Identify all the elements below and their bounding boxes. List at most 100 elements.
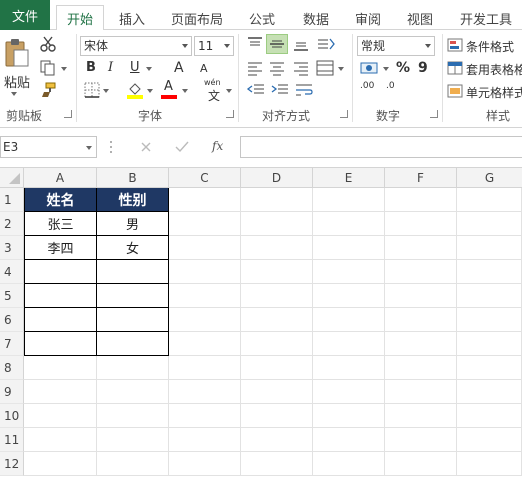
grid-cell[interactable] xyxy=(313,452,385,476)
grid-cell[interactable] xyxy=(169,356,241,380)
grid-cell[interactable] xyxy=(241,452,313,476)
tab-insert[interactable]: 插入 xyxy=(110,6,154,30)
underline-button[interactable]: U xyxy=(130,60,140,75)
column-header-b[interactable]: B xyxy=(97,168,169,188)
grid-cell[interactable] xyxy=(457,380,522,404)
clipboard-launcher-icon[interactable] xyxy=(64,110,72,118)
grid-cell[interactable] xyxy=(24,356,97,380)
grid-cell[interactable] xyxy=(385,356,457,380)
grid-cell[interactable] xyxy=(385,404,457,428)
grid-cell[interactable] xyxy=(169,452,241,476)
conditional-formatting-icon[interactable] xyxy=(447,38,463,52)
grid-cell[interactable] xyxy=(313,308,385,332)
row-header-5[interactable]: 5 xyxy=(0,284,24,308)
table-cell[interactable] xyxy=(24,332,97,356)
grid-cell[interactable] xyxy=(24,404,97,428)
grid-cell[interactable] xyxy=(385,260,457,284)
copy-icon[interactable] xyxy=(40,60,56,76)
grid-cell[interactable] xyxy=(241,284,313,308)
table-header-gender[interactable]: 性别 xyxy=(97,188,169,212)
phonetic-button[interactable]: 文 xyxy=(208,87,220,104)
grid-cell[interactable] xyxy=(313,212,385,236)
grid-cell[interactable] xyxy=(385,188,457,212)
column-header-g[interactable]: G xyxy=(457,168,522,188)
grid-cell[interactable] xyxy=(313,404,385,428)
increase-indent-icon[interactable] xyxy=(270,82,290,98)
table-cell[interactable] xyxy=(97,308,169,332)
grid-cell[interactable] xyxy=(169,188,241,212)
grid-cell[interactable] xyxy=(97,356,169,380)
grid-cell[interactable] xyxy=(457,236,522,260)
format-as-table-icon[interactable] xyxy=(447,61,463,75)
grid-cell[interactable] xyxy=(313,188,385,212)
grid-cell[interactable] xyxy=(385,212,457,236)
align-right-icon[interactable] xyxy=(292,60,310,76)
row-header-1[interactable]: 1 xyxy=(0,188,24,212)
grid-cell[interactable] xyxy=(385,380,457,404)
table-cell[interactable]: 女 xyxy=(97,236,169,260)
decrease-decimal-button[interactable]: .0 xyxy=(386,82,395,91)
decrease-indent-icon[interactable] xyxy=(246,82,266,98)
column-header-e[interactable]: E xyxy=(313,168,385,188)
grid-cell[interactable] xyxy=(24,428,97,452)
row-header-11[interactable]: 11 xyxy=(0,428,24,452)
paste-dropdown-icon[interactable] xyxy=(11,92,17,96)
formula-bar-grip-icon[interactable] xyxy=(108,140,114,154)
table-cell[interactable] xyxy=(24,284,97,308)
row-header-9[interactable]: 9 xyxy=(0,380,24,404)
align-bottom-icon[interactable] xyxy=(292,36,310,52)
grid-cell[interactable] xyxy=(241,380,313,404)
column-header-a[interactable]: A xyxy=(24,168,97,188)
tab-page-layout[interactable]: 页面布局 xyxy=(166,6,228,30)
grid-cell[interactable] xyxy=(313,284,385,308)
column-header-d[interactable]: D xyxy=(241,168,313,188)
table-cell[interactable] xyxy=(97,260,169,284)
borders-dropdown-icon[interactable] xyxy=(103,89,109,93)
grid-cell[interactable] xyxy=(385,308,457,332)
grid-cell[interactable] xyxy=(169,212,241,236)
phonetic-dropdown-icon[interactable] xyxy=(226,89,232,93)
paste-label[interactable]: 粘贴 xyxy=(4,72,30,91)
accounting-dropdown-icon[interactable] xyxy=(383,67,389,71)
grid-cell[interactable] xyxy=(97,428,169,452)
name-box[interactable]: E3 xyxy=(0,136,97,158)
alignment-launcher-icon[interactable] xyxy=(340,110,348,118)
tab-data[interactable]: 数据 xyxy=(296,6,336,30)
align-middle-icon[interactable] xyxy=(266,34,288,54)
percent-button[interactable]: % xyxy=(396,60,410,76)
grid-cell[interactable] xyxy=(385,284,457,308)
grid-cell[interactable] xyxy=(313,332,385,356)
shrink-font-button[interactable]: A xyxy=(200,62,208,75)
chevron-down-icon[interactable] xyxy=(86,146,92,150)
grid-cell[interactable] xyxy=(169,236,241,260)
grid-cell[interactable] xyxy=(457,212,522,236)
tab-review[interactable]: 审阅 xyxy=(350,6,386,30)
table-cell[interactable]: 李四 xyxy=(24,236,97,260)
row-header-7[interactable]: 7 xyxy=(0,332,24,356)
grid-cell[interactable] xyxy=(313,236,385,260)
fill-color-dropdown-icon[interactable] xyxy=(147,89,153,93)
accounting-format-icon[interactable] xyxy=(360,60,380,76)
wrap-text-icon[interactable] xyxy=(294,82,314,98)
comma-button[interactable]: 9 xyxy=(418,60,428,76)
grid-cell[interactable] xyxy=(457,188,522,212)
conditional-formatting-button[interactable]: 条件格式 xyxy=(466,38,514,55)
grid-cell[interactable] xyxy=(169,332,241,356)
grid-cell[interactable] xyxy=(457,428,522,452)
table-cell[interactable] xyxy=(97,284,169,308)
grid-cell[interactable] xyxy=(457,308,522,332)
merge-dropdown-icon[interactable] xyxy=(338,67,344,71)
increase-decimal-button[interactable]: .00 xyxy=(360,82,374,91)
grid-cell[interactable] xyxy=(457,404,522,428)
number-launcher-icon[interactable] xyxy=(430,110,438,118)
grid-cell[interactable] xyxy=(169,284,241,308)
tab-home[interactable]: 开始 xyxy=(56,5,104,31)
grid-cell[interactable] xyxy=(241,308,313,332)
grid-cell[interactable] xyxy=(241,356,313,380)
insert-function-button[interactable]: fx xyxy=(212,139,223,153)
grid-cell[interactable] xyxy=(457,452,522,476)
grid-cell[interactable] xyxy=(241,212,313,236)
font-size-select[interactable]: 11 xyxy=(194,36,234,56)
grid-cell[interactable] xyxy=(24,380,97,404)
grid-cell[interactable] xyxy=(241,188,313,212)
